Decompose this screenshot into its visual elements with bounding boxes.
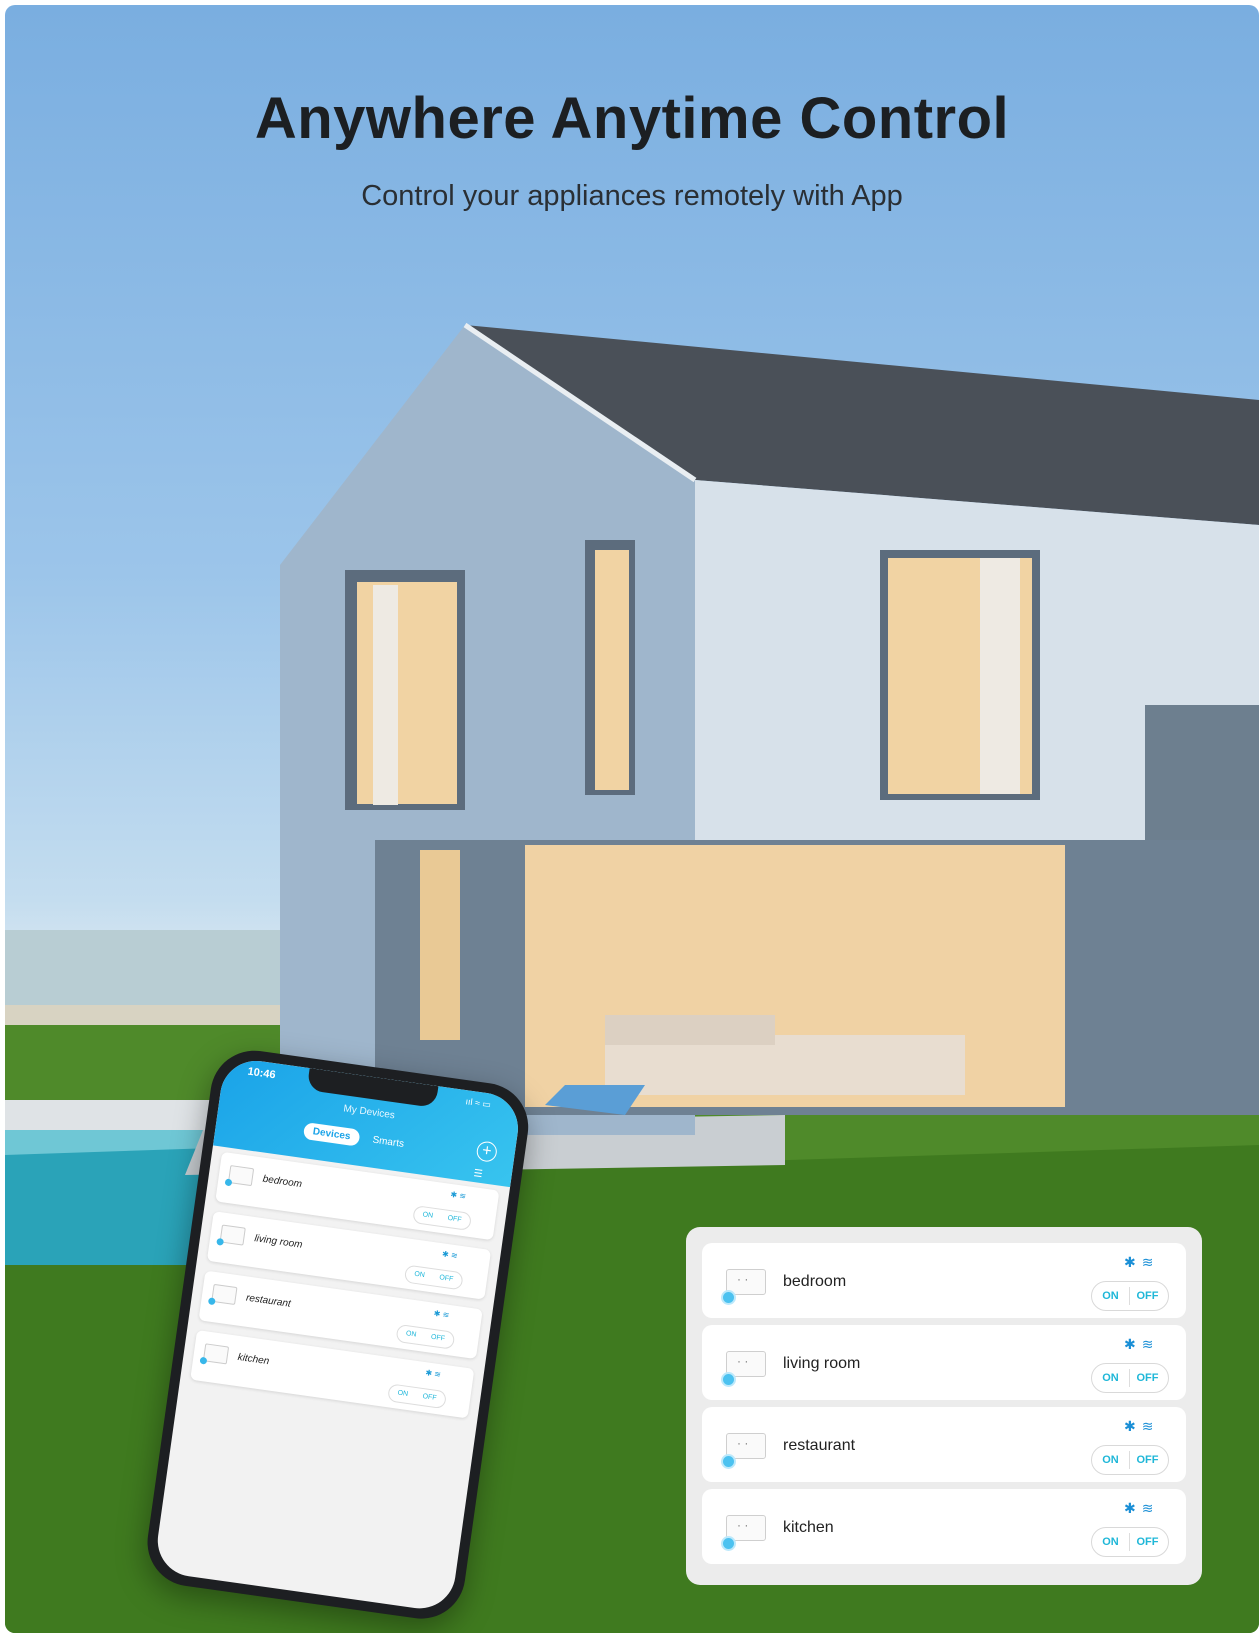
device-name: living room [253, 1233, 304, 1251]
bluetooth-wifi-icons: ✱≋ [1124, 1336, 1160, 1352]
device-card-living-room[interactable]: living room ✱≋ ONOFF [702, 1325, 1186, 1400]
power-toggle[interactable]: ON OFF [1091, 1281, 1169, 1311]
off-button[interactable]: OFF [1129, 1282, 1166, 1310]
device-name: bedroom [262, 1173, 303, 1191]
off-button[interactable]: OFF [1129, 1364, 1166, 1392]
power-toggle[interactable]: ON OFF [387, 1383, 448, 1410]
status-dot [199, 1356, 208, 1365]
page-title: Anywhere Anytime Control [254, 86, 1010, 151]
power-toggle[interactable]: ON OFF [395, 1323, 456, 1350]
device-card-kitchen[interactable]: kitchen ✱≋ ONOFF [702, 1489, 1186, 1564]
page-subtitle: Control your appliances remotely with Ap… [361, 180, 903, 212]
status-dot [721, 1536, 736, 1551]
bluetooth-wifi-icons: ✱ ≋ [449, 1189, 467, 1202]
status-dot [721, 1372, 736, 1387]
status-dot [721, 1290, 736, 1305]
device-name: kitchen [236, 1351, 270, 1368]
power-toggle[interactable]: ON OFF [403, 1264, 464, 1291]
on-button[interactable]: ON [397, 1325, 426, 1345]
status-dot [207, 1297, 216, 1306]
device-name: living room [783, 1355, 861, 1372]
on-button[interactable]: ON [1092, 1446, 1129, 1474]
on-button[interactable]: ON [1092, 1364, 1129, 1392]
off-button[interactable]: OFF [1129, 1446, 1166, 1474]
off-button[interactable]: OFF [432, 1269, 461, 1289]
power-toggle[interactable]: ON OFF [1091, 1363, 1169, 1393]
on-button[interactable]: ON [413, 1206, 442, 1226]
toggle-divider [1129, 1369, 1130, 1387]
device-panel: bedroom ✱≋ ONOFF living room ✱≋ ONOFF re… [686, 1227, 1202, 1585]
status-dot [224, 1178, 233, 1187]
on-button[interactable]: ON [405, 1266, 434, 1286]
power-toggle[interactable]: ON OFF [412, 1205, 473, 1231]
toggle-divider [1129, 1451, 1130, 1469]
device-name: kitchen [783, 1519, 834, 1536]
hero-frame: Anywhere Anytime Control Control your ap… [5, 5, 1259, 1633]
off-button[interactable]: OFF [1129, 1528, 1166, 1556]
on-button[interactable]: ON [1092, 1282, 1129, 1310]
power-toggle[interactable]: ON OFF [1091, 1445, 1169, 1475]
off-button[interactable]: OFF [440, 1210, 469, 1230]
bluetooth-wifi-icons: ✱ ≋ [424, 1368, 442, 1380]
power-toggle[interactable]: ON OFF [1091, 1527, 1169, 1557]
bluetooth-wifi-icons: ✱≋ [1124, 1500, 1160, 1516]
menu-icon[interactable]: ☰ [473, 1168, 483, 1180]
toggle-divider [1129, 1287, 1130, 1305]
bluetooth-wifi-icons: ✱ ≋ [433, 1308, 450, 1320]
phone-screen: 10:46 ııl ≈ ▭ My Devices Devices Smarts … [153, 1056, 523, 1613]
on-button[interactable]: ON [388, 1384, 417, 1404]
bluetooth-wifi-icons: ✱ ≋ [441, 1249, 459, 1261]
status-dot [216, 1237, 225, 1246]
status-dot [721, 1454, 736, 1469]
device-name: bedroom [783, 1273, 847, 1290]
device-card-bedroom[interactable]: bedroom ✱≋ ONOFF [702, 1243, 1186, 1318]
device-name: restaurant [783, 1437, 856, 1454]
toggle-divider [1129, 1533, 1130, 1551]
off-button[interactable]: OFF [423, 1329, 452, 1349]
on-button[interactable]: ON [1092, 1528, 1129, 1556]
bluetooth-wifi-icons: ✱≋ [1124, 1418, 1160, 1434]
phone-device-list: bedroom ✱ ≋ ON OFF living room ✱ ≋ ON OFF … [189, 1151, 500, 1429]
bluetooth-wifi-icons: ✱≋ [1124, 1254, 1160, 1270]
device-name: restaurant [245, 1292, 292, 1310]
off-button[interactable]: OFF [415, 1388, 444, 1408]
device-card-restaurant[interactable]: restaurant ✱≋ ONOFF [702, 1407, 1186, 1482]
